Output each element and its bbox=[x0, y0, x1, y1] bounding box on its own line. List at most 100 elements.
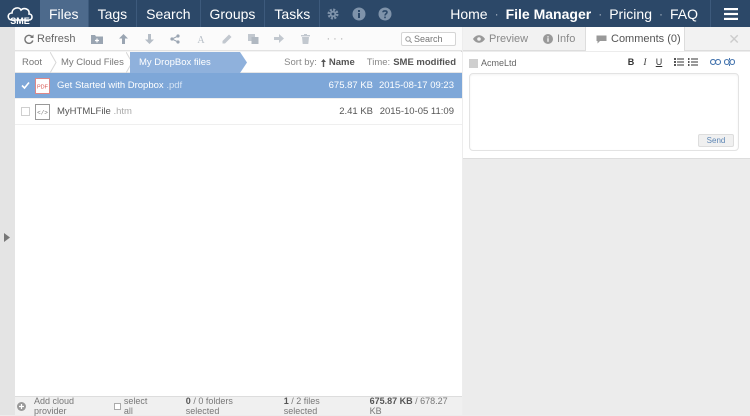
expand-sidebar-icon[interactable] bbox=[4, 233, 10, 242]
comment-user: AcmeLtd bbox=[469, 58, 517, 68]
download-icon[interactable] bbox=[136, 27, 162, 51]
file-manager-link[interactable]: File Manager bbox=[504, 6, 594, 22]
select-all-label[interactable]: select all bbox=[124, 396, 159, 416]
copy-icon[interactable] bbox=[240, 27, 266, 51]
nav-tab-tags[interactable]: Tags bbox=[89, 0, 138, 27]
italic-button[interactable]: I bbox=[638, 57, 652, 67]
link-icon[interactable] bbox=[710, 59, 724, 65]
breadcrumb-my-cloud-files[interactable]: My Cloud Files bbox=[57, 52, 127, 73]
comment-username: AcmeLtd bbox=[481, 58, 517, 68]
edit-pencil-icon[interactable] bbox=[214, 27, 240, 51]
bold-button[interactable]: B bbox=[624, 57, 638, 67]
breadcrumb-my-dropbox-files[interactable]: My DropBox files bbox=[130, 52, 240, 73]
nav-tab-groups[interactable]: Groups bbox=[201, 0, 266, 27]
file-extension: .htm bbox=[113, 106, 132, 117]
file-extension: .pdf bbox=[166, 80, 183, 91]
folders-selected-text: / 0 folders selected bbox=[185, 396, 233, 416]
upload-icon[interactable] bbox=[110, 27, 136, 51]
help-icon[interactable] bbox=[372, 0, 398, 27]
status-bar: Add cloud provider select all 0 / 0 fold… bbox=[15, 396, 462, 416]
comment-editor[interactable]: Send bbox=[469, 73, 739, 151]
table-row[interactable]: </> MyHTMLFile .htm 2.41 KB 2015-10-05 1… bbox=[15, 99, 462, 125]
top-right-links: Home · File Manager · Pricing · FAQ bbox=[448, 0, 750, 27]
file-search[interactable] bbox=[401, 32, 456, 46]
row-checkbox[interactable] bbox=[21, 107, 30, 116]
breadcrumb-root[interactable]: Root bbox=[15, 52, 51, 73]
numbered-list-icon[interactable] bbox=[688, 58, 702, 66]
new-folder-icon[interactable] bbox=[84, 27, 110, 51]
svg-text:A: A bbox=[197, 35, 205, 44]
info-icon bbox=[543, 34, 553, 44]
folders-selected-count: 0 bbox=[185, 396, 191, 406]
hamburger-menu-icon[interactable] bbox=[710, 0, 750, 27]
gear-icon[interactable] bbox=[320, 0, 346, 27]
move-arrow-icon[interactable] bbox=[266, 27, 292, 51]
avatar bbox=[469, 58, 478, 68]
files-selected-text: / 2 files selected bbox=[283, 396, 320, 416]
tab-preview[interactable]: Preview bbox=[473, 27, 528, 51]
nav-tab-files[interactable]: Files bbox=[40, 0, 89, 27]
logo-text: SME bbox=[10, 16, 30, 25]
info-icon[interactable] bbox=[346, 0, 372, 27]
faq-link[interactable]: FAQ bbox=[668, 6, 700, 22]
bullet-list-icon[interactable] bbox=[674, 58, 688, 66]
share-icon[interactable] bbox=[162, 27, 188, 51]
pricing-link[interactable]: Pricing bbox=[607, 6, 654, 22]
select-all-checkbox[interactable] bbox=[113, 402, 121, 410]
sort-field[interactable]: Name bbox=[329, 57, 355, 68]
breadcrumb-separator-icon bbox=[50, 52, 57, 73]
sort-info: Sort by: Name Time: SME modified bbox=[284, 52, 456, 73]
file-name[interactable]: MyHTMLFile .htm bbox=[57, 106, 132, 117]
nav-separator: · bbox=[494, 6, 499, 21]
add-icon[interactable] bbox=[17, 401, 26, 411]
trash-icon[interactable] bbox=[292, 27, 318, 51]
details-tabs: Preview Info Comments (0) ✕ bbox=[463, 27, 750, 51]
row-checkbox[interactable] bbox=[21, 81, 30, 90]
nav-tab-search[interactable]: Search bbox=[137, 0, 201, 27]
file-browser-pane: Refresh A · · · Search Root My Cloud Fil… bbox=[15, 27, 462, 416]
table-row[interactable]: PDF Get Started with Dropbox .pdf 675.87… bbox=[15, 73, 462, 99]
tab-preview-label: Preview bbox=[489, 33, 529, 45]
rename-icon[interactable]: A bbox=[188, 27, 214, 51]
breadcrumb: Root My Cloud Files My DropBox files Sor… bbox=[15, 52, 462, 73]
file-name[interactable]: Get Started with Dropbox .pdf bbox=[57, 80, 182, 91]
tab-info[interactable]: Info bbox=[543, 27, 575, 51]
sort-ascending-icon[interactable] bbox=[320, 58, 326, 67]
nav-tab-tasks[interactable]: Tasks bbox=[265, 0, 321, 27]
breadcrumb-active-tip-icon bbox=[240, 52, 247, 73]
search-icon bbox=[405, 35, 412, 43]
file-date: 2015-10-05 11:09 bbox=[379, 106, 454, 117]
search-input[interactable] bbox=[414, 34, 454, 44]
html-file-icon: </> bbox=[35, 104, 50, 120]
send-button[interactable]: Send bbox=[698, 134, 734, 147]
file-toolbar: Refresh A · · · bbox=[15, 27, 462, 51]
home-link[interactable]: Home bbox=[448, 6, 489, 22]
nav-separator: · bbox=[598, 6, 603, 21]
underline-button[interactable]: U bbox=[652, 57, 666, 67]
unlink-icon[interactable] bbox=[724, 58, 738, 66]
checkmark-icon bbox=[21, 81, 30, 90]
tab-info-label: Info bbox=[557, 33, 576, 45]
time-label: Time: bbox=[366, 57, 391, 68]
refresh-icon bbox=[24, 34, 34, 44]
sme-logo[interactable]: SME bbox=[0, 0, 40, 27]
refresh-button[interactable]: Refresh bbox=[15, 27, 84, 51]
file-size: 2.41 KB bbox=[339, 106, 373, 117]
tab-comments-label: Comments (0) bbox=[611, 33, 681, 45]
file-size: 675.87 KB bbox=[328, 80, 373, 91]
close-icon[interactable]: ✕ bbox=[728, 31, 740, 48]
more-actions-icon[interactable]: · · · bbox=[318, 27, 352, 51]
file-list: PDF Get Started with Dropbox .pdf 675.87… bbox=[15, 73, 462, 396]
file-date: 2015-08-17 09:23 bbox=[378, 80, 454, 91]
add-cloud-provider-link[interactable]: Add cloud provider bbox=[34, 396, 109, 416]
file-name-text: Get Started with Dropbox bbox=[57, 80, 164, 91]
refresh-label: Refresh bbox=[37, 32, 76, 45]
sort-label: Sort by: bbox=[284, 57, 317, 68]
format-toolbar: B I U bbox=[624, 57, 738, 67]
time-mode[interactable]: SME modified bbox=[393, 57, 456, 68]
svg-text:PDF: PDF bbox=[37, 85, 49, 91]
file-name-text: MyHTMLFile bbox=[57, 106, 111, 117]
tab-comments[interactable]: Comments (0) bbox=[585, 27, 685, 51]
left-sidebar-collapsed bbox=[0, 27, 15, 415]
svg-text:</>: </> bbox=[37, 110, 48, 117]
